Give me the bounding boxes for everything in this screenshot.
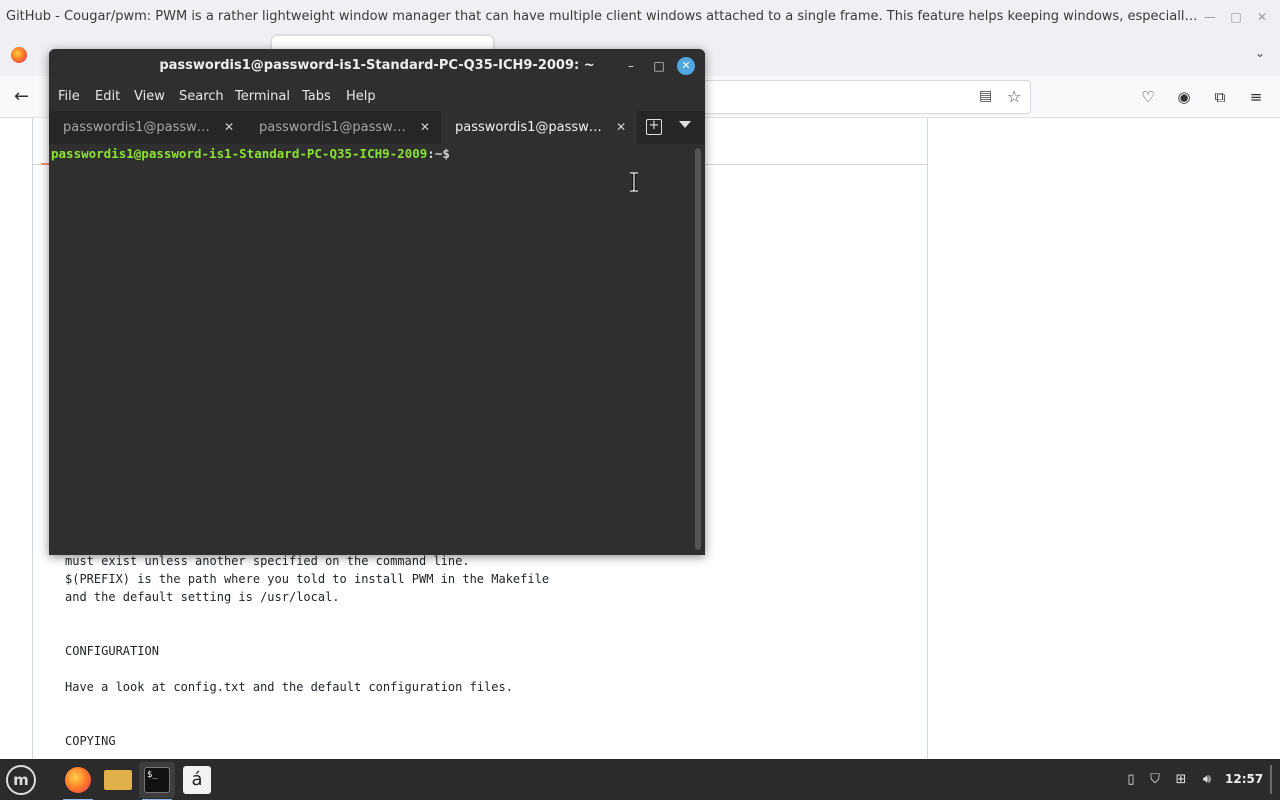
text-cursor-icon — [630, 172, 638, 192]
terminal-tab-label: passwordis1@password-is1-Standard-PC-Q35… — [455, 120, 607, 135]
prompt-user-host: passwordis1@password-is1-Standard-PC-Q35… — [51, 146, 428, 161]
readme-line: and the default setting is /usr/local. — [65, 590, 340, 604]
browser-titlebar: GitHub - Cougar/pwm: PWM is a rather lig… — [0, 0, 1280, 34]
terminal-icon: $_ — [144, 767, 170, 793]
reader-view-icon[interactable]: ▤ — [979, 88, 997, 106]
terminal-output[interactable]: passwordis1@password-is1-Standard-PC-Q35… — [49, 144, 705, 555]
terminal-tab-2[interactable]: passwordis1@password-is1-Standard-PC-Q35… — [245, 111, 441, 144]
clock[interactable]: 12:57 — [1225, 772, 1263, 786]
prompt-suffix: :~$ — [427, 146, 450, 161]
taskbar-files[interactable] — [100, 762, 136, 798]
terminal-scrollbar[interactable] — [695, 148, 701, 550]
shield-update-icon[interactable]: ⛉ — [1146, 771, 1164, 789]
terminal-tab-label: passwordis1@password-is1-Standard-PC-Q35… — [259, 120, 411, 135]
menu-terminal[interactable]: Terminal — [235, 89, 290, 104]
tab-close-icon[interactable]: ✕ — [613, 119, 629, 135]
new-tab-icon[interactable]: + — [646, 119, 662, 135]
browser-close-button[interactable]: ✕ — [1254, 9, 1270, 25]
terminal-tabbar: passwordis1@password-is1-Standard-PC-Q35… — [49, 111, 705, 144]
terminal-menubar: File Edit View Search Terminal Tabs Help — [49, 82, 705, 111]
terminal-tab-3[interactable]: passwordis1@password-is1-Standard-PC-Q35… — [441, 111, 637, 144]
tab-menu-dropdown-icon[interactable] — [679, 121, 691, 128]
mint-menu-icon[interactable]: m — [6, 765, 36, 795]
shell-prompt: passwordis1@password-is1-Standard-PC-Q35… — [51, 146, 450, 161]
minimize-icon[interactable]: – — [622, 57, 640, 75]
readme-line: $(PREFIX) is the path where you told to … — [65, 572, 550, 586]
charmap-icon: á — [183, 766, 211, 794]
close-icon[interactable]: ✕ — [677, 57, 695, 75]
pocket-icon[interactable]: ♡ — [1138, 87, 1158, 107]
readme-heading-copying: COPYING — [65, 734, 116, 748]
taskbar: m $_ á ▯ ⛉ ⊞ 🔊︎ 12:57 — [0, 759, 1280, 800]
firefox-icon — [11, 47, 27, 63]
account-icon[interactable]: ◉ — [1174, 87, 1194, 107]
menu-file[interactable]: File — [58, 89, 80, 104]
tab-close-icon[interactable]: ✕ — [417, 119, 433, 135]
menu-tabs[interactable]: Tabs — [302, 89, 331, 104]
menu-edit[interactable]: Edit — [95, 89, 120, 104]
readme-heading-configuration: CONFIGURATION — [65, 644, 159, 658]
back-arrow-icon[interactable]: ← — [14, 87, 34, 107]
firefox-icon — [65, 767, 91, 793]
clipboard-icon[interactable]: ▯ — [1122, 771, 1140, 789]
extensions-icon[interactable]: ⧉ — [1210, 87, 1230, 107]
menu-view[interactable]: View — [134, 89, 165, 104]
taskbar-terminal[interactable]: $_ — [139, 762, 175, 800]
taskbar-firefox[interactable] — [60, 762, 96, 800]
bookmark-star-icon[interactable]: ☆ — [1007, 87, 1025, 106]
tab-close-icon[interactable]: ✕ — [221, 119, 237, 135]
readme-line: must exist unless another specified on t… — [65, 554, 470, 568]
terminal-window: passwordis1@password-is1-Standard-PC-Q35… — [49, 49, 705, 555]
menu-search[interactable]: Search — [179, 89, 224, 104]
maximize-icon[interactable]: □ — [650, 57, 668, 75]
show-desktop-button[interactable] — [1270, 765, 1272, 794]
network-icon[interactable]: ⊞ — [1172, 771, 1190, 789]
terminal-title: passwordis1@password-is1-Standard-PC-Q35… — [159, 58, 595, 73]
hamburger-menu-icon[interactable]: ≡ — [1246, 87, 1266, 107]
tab-list-chevron-icon[interactable]: ⌄ — [1252, 46, 1268, 62]
readme-line: Have a look at config.txt and the defaul… — [65, 680, 513, 694]
terminal-tab-label: passwordis1@password-is1-Standard-PC-Q35… — [63, 120, 215, 135]
taskbar-charmap[interactable]: á — [179, 762, 215, 798]
browser-maximize-button[interactable]: □ — [1228, 9, 1244, 25]
menu-help[interactable]: Help — [346, 89, 376, 104]
terminal-titlebar[interactable]: passwordis1@password-is1-Standard-PC-Q35… — [49, 49, 705, 82]
folder-icon — [104, 770, 132, 790]
browser-minimize-button[interactable]: — — [1202, 9, 1218, 25]
volume-icon[interactable]: 🔊︎ — [1198, 771, 1216, 789]
browser-window-title: GitHub - Cougar/pwm: PWM is a rather lig… — [6, 9, 1198, 24]
terminal-tab-1[interactable]: passwordis1@password-is1-Standard-PC-Q35… — [49, 111, 245, 144]
